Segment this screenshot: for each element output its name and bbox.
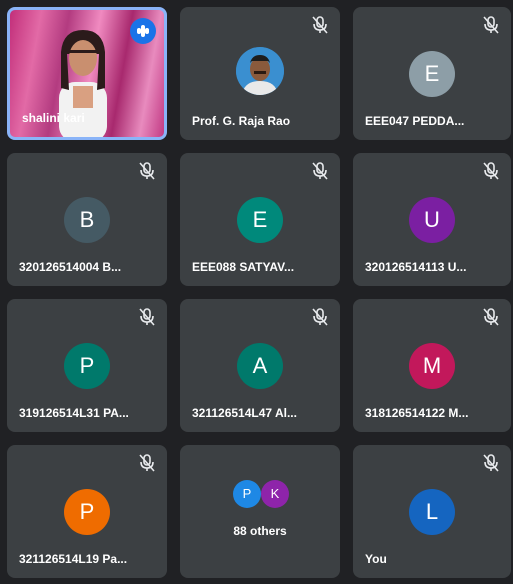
participant-photo <box>236 47 284 95</box>
mic-off-icon <box>312 162 328 180</box>
participant-name: 320126514113 U... <box>365 260 467 274</box>
avatar: E <box>409 50 455 97</box>
others-count: 88 others <box>233 524 287 538</box>
avatar: U <box>409 196 455 243</box>
avatar: B <box>64 196 110 243</box>
participant-grid: shalini kari Prof. G. Raja Rao E EEE047 … <box>7 7 511 578</box>
participant-name: 321126514L47 Al... <box>192 406 297 420</box>
participant-tile[interactable]: A 321126514L47 Al... <box>180 299 340 432</box>
avatar: P <box>64 342 110 389</box>
participant-tile-you[interactable]: L You <box>353 445 511 578</box>
participant-name: 319126514L31 PA... <box>19 406 129 420</box>
participant-tile-others[interactable]: P K 88 others <box>180 445 340 578</box>
mic-off-icon <box>139 308 155 326</box>
participant-tile[interactable]: U 320126514113 U... <box>353 153 511 286</box>
participant-name: shalini kari <box>22 111 85 125</box>
mic-off-icon <box>483 454 499 472</box>
participant-tile[interactable]: B 320126514004 B... <box>7 153 167 286</box>
avatar: E <box>237 196 283 243</box>
participant-name: 320126514004 B... <box>19 260 122 274</box>
avatar: P <box>64 488 110 535</box>
mic-off-icon <box>483 308 499 326</box>
avatar: L <box>409 488 455 535</box>
mic-off-icon <box>312 308 328 326</box>
participant-name: Prof. G. Raja Rao <box>192 114 291 128</box>
mic-off-icon <box>139 454 155 472</box>
participant-tile[interactable]: P 321126514L19 Pa... <box>7 445 167 578</box>
participant-name: 318126514122 M... <box>365 406 469 420</box>
participant-tile-shalini-kari[interactable]: shalini kari <box>7 7 167 140</box>
avatar: A <box>237 342 283 389</box>
mic-off-icon <box>312 16 328 34</box>
mic-off-icon <box>483 162 499 180</box>
participant-name: EEE047 PEDDA... <box>365 114 465 128</box>
participant-tile[interactable]: P 319126514L31 PA... <box>7 299 167 432</box>
participant-name: 321126514L19 Pa... <box>19 552 128 566</box>
audio-level-icon <box>130 18 156 44</box>
avatar: K <box>261 480 289 508</box>
mic-off-icon <box>139 162 155 180</box>
participant-tile-prof-g-raja-rao[interactable]: Prof. G. Raja Rao <box>180 7 340 140</box>
participant-tile[interactable]: E EEE088 SATYAV... <box>180 153 340 286</box>
participant-tile[interactable]: E EEE047 PEDDA... <box>353 7 511 140</box>
avatar: P <box>233 480 261 508</box>
participant-tile[interactable]: M 318126514122 M... <box>353 299 511 432</box>
participant-name: You <box>365 552 387 566</box>
participant-name: EEE088 SATYAV... <box>192 260 295 274</box>
avatar: M <box>409 342 455 389</box>
mic-off-icon <box>483 16 499 34</box>
